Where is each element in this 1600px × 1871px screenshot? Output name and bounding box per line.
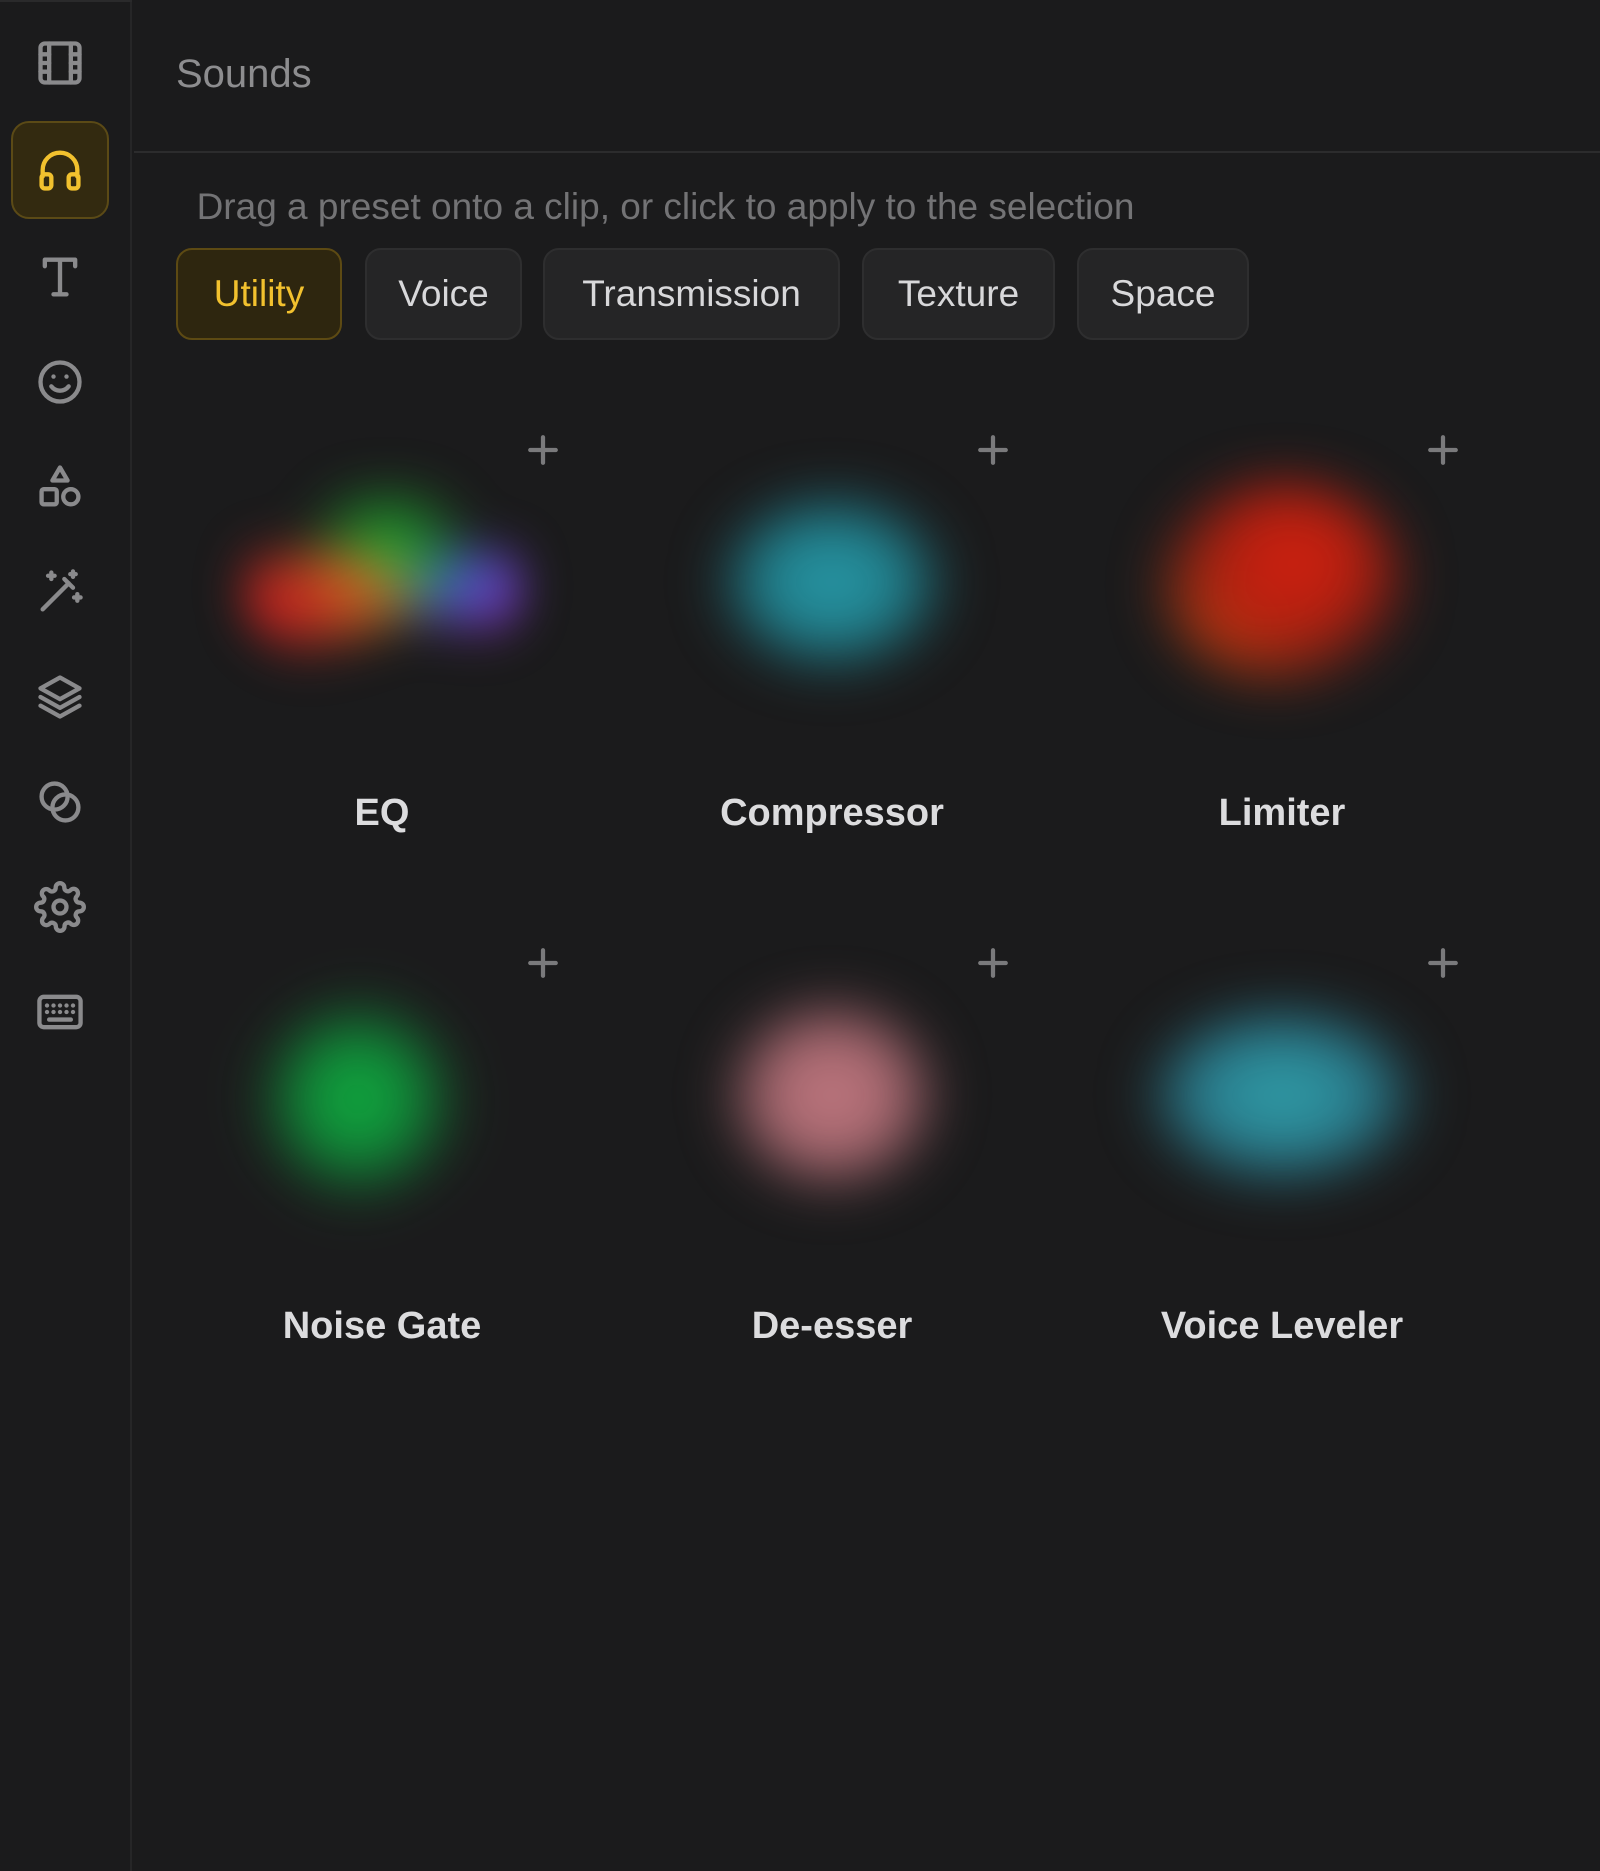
shapes-icon (39, 465, 81, 507)
tab-voice[interactable]: Voice (365, 248, 522, 340)
rail-item-blend[interactable] (11, 753, 109, 851)
rail-item-shortcuts[interactable] (11, 963, 109, 1061)
plus-icon (1428, 435, 1458, 465)
preset-card-limiter[interactable]: Limiter (1072, 420, 1492, 890)
plus-icon (978, 435, 1008, 465)
plus-icon (528, 435, 558, 465)
add-voice-leveler-button[interactable] (1423, 943, 1463, 983)
add-eq-button[interactable] (523, 430, 563, 470)
de-esser-visual (727, 1000, 937, 1190)
sounds-panel: Sounds Drag a preset onto a clip, or cli… (134, 0, 1600, 1871)
headphones-icon (39, 150, 81, 191)
rail-item-effects[interactable] (11, 543, 109, 641)
add-de-esser-button[interactable] (973, 943, 1013, 983)
rail-item-shapes[interactable] (11, 438, 109, 536)
panel-header: Sounds (134, 0, 1600, 153)
compressor-visual (717, 492, 947, 672)
preset-label: Noise Gate (282, 1305, 482, 1347)
rail-item-sounds[interactable] (11, 121, 109, 219)
preset-label: Compressor (720, 792, 944, 834)
film-icon (38, 41, 82, 85)
tab-space[interactable]: Space (1077, 248, 1249, 340)
overlap-circles-icon (39, 781, 81, 823)
preset-label: Voice Leveler (1160, 1305, 1404, 1347)
limiter-visual (1162, 482, 1402, 682)
text-icon (42, 257, 78, 297)
preset-card-de-esser[interactable]: De-esser (622, 933, 1042, 1403)
voice-leveler-visual (1147, 1005, 1417, 1185)
tool-rail (0, 0, 132, 1871)
preset-card-noise-gate[interactable]: Noise Gate (172, 933, 592, 1403)
preset-label: EQ (354, 792, 410, 834)
instruction-hint: Drag a preset onto a clip, or click to a… (196, 186, 1135, 227)
plus-icon (978, 948, 1008, 978)
tab-transmission[interactable]: Transmission (543, 248, 840, 340)
layers-icon (38, 675, 82, 719)
eq-visual (242, 482, 522, 682)
add-limiter-button[interactable] (1423, 430, 1463, 470)
plus-icon (1428, 948, 1458, 978)
tab-utility[interactable]: Utility (176, 248, 342, 340)
preset-card-eq[interactable]: EQ (172, 420, 592, 890)
rail-item-layers[interactable] (11, 648, 109, 746)
add-compressor-button[interactable] (973, 430, 1013, 470)
magic-wand-icon (40, 569, 83, 612)
rail-item-settings[interactable] (11, 858, 109, 956)
page-title: Sounds (176, 52, 312, 96)
rail-item-media[interactable] (11, 14, 109, 112)
smiley-icon (38, 360, 82, 404)
sounds-app: Sounds Drag a preset onto a clip, or cli… (0, 0, 1600, 1871)
noise-gate-visual (221, 962, 495, 1236)
plus-icon (528, 948, 558, 978)
preset-card-compressor[interactable]: Compressor (622, 420, 1042, 890)
add-noise-gate-button[interactable] (523, 943, 563, 983)
gear-icon (34, 881, 86, 933)
rail-item-text[interactable] (11, 228, 109, 326)
preset-label: Limiter (1218, 792, 1346, 834)
keyboard-icon (37, 994, 83, 1030)
preset-card-voice-leveler[interactable]: Voice Leveler (1072, 933, 1492, 1403)
preset-label: De-esser (751, 1305, 913, 1347)
rail-item-stickers[interactable] (11, 333, 109, 431)
tab-texture[interactable]: Texture (862, 248, 1055, 340)
